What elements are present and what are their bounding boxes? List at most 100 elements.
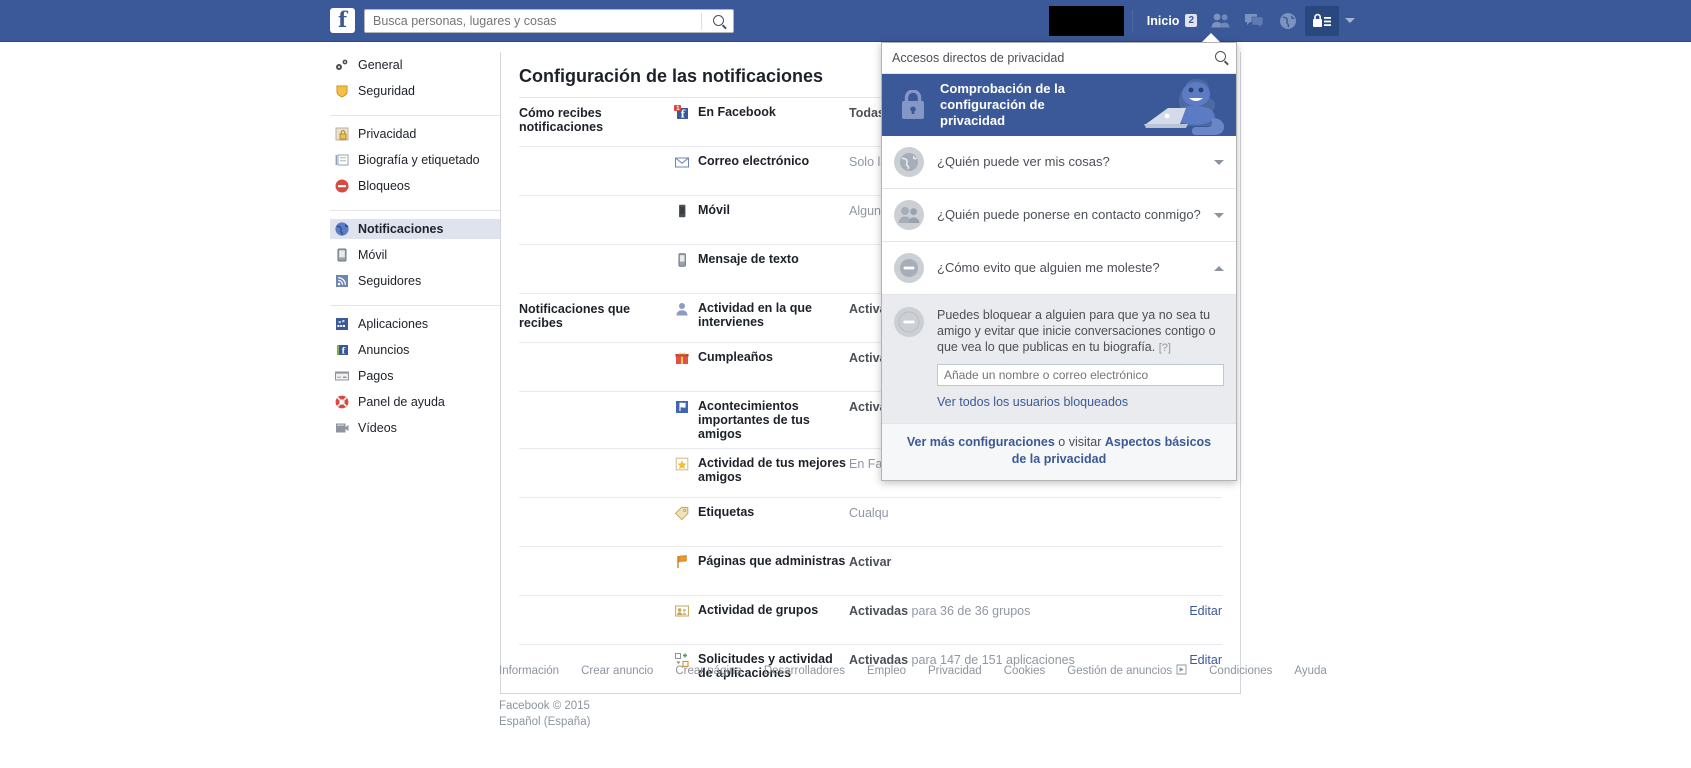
table-row[interactable]: Actividad de grupos Activadas para 36 de… (519, 596, 1222, 645)
footer-link-crear-anuncio[interactable]: Crear anuncio (581, 665, 653, 677)
footer-link-informacion[interactable]: Información (499, 665, 559, 677)
table-row[interactable]: Páginas que administras Activar (519, 547, 1222, 596)
table-row[interactable]: Etiquetas Cualqu (519, 498, 1222, 547)
sidebar-item-movil[interactable]: Móvil (330, 245, 500, 265)
ads-icon: f (334, 342, 350, 358)
popup-row-who-can-contact[interactable]: ¿Quién puede ponerse en contacto conmigo… (882, 189, 1236, 242)
search-icon (712, 15, 724, 26)
facebook-logo[interactable]: f (330, 8, 355, 33)
section-label-spacer (519, 505, 674, 506)
row-value-rest: Cualqu (849, 506, 889, 520)
row-label-cell: Acontecimientos importantes de tus amigo… (674, 399, 849, 441)
notifications-button[interactable] (1271, 6, 1305, 36)
block-person-input[interactable] (937, 364, 1224, 386)
popup-row-label: ¿Cómo evito que alguien me moleste? (937, 260, 1160, 275)
row-label-cell: Cumpleaños (674, 350, 849, 366)
footer-link-ayuda[interactable]: Ayuda (1294, 665, 1326, 677)
sidebar-item-privacidad[interactable]: Privacidad (330, 124, 500, 144)
people-icon (894, 200, 924, 230)
sidebar-item-notificaciones[interactable]: Notificaciones (330, 219, 500, 239)
row-value: Activar (849, 554, 1168, 569)
facebook-settings-page: f Inicio 2 (0, 0, 1691, 768)
group-icon (674, 603, 690, 619)
tag-icon (674, 505, 690, 521)
block-icon (334, 178, 350, 194)
star-icon (674, 456, 690, 472)
more-settings-link[interactable]: Ver más configuraciones (907, 435, 1055, 449)
footer-link-desarrolladores[interactable]: Desarrolladores (764, 665, 845, 677)
section-label-spacer (519, 203, 674, 204)
apps-icon (334, 316, 350, 332)
view-blocked-users-link[interactable]: Ver todos los usuarios bloqueados (937, 395, 1224, 409)
section-label-spacer (519, 154, 674, 155)
footer-link-crear-pagina[interactable]: Crear página (675, 665, 741, 677)
chevron-down-icon (1214, 212, 1224, 218)
sidebar-item-pagos[interactable]: Pagos (330, 366, 500, 386)
sms-icon (674, 252, 690, 268)
messages-icon (1245, 13, 1264, 29)
row-value-strong: Todas (849, 106, 885, 120)
row-label-cell: Etiquetas (674, 505, 849, 521)
friend-requests-button[interactable] (1203, 6, 1237, 36)
sidebar-item-aplicaciones[interactable]: Aplicaciones (330, 314, 500, 334)
row-label: Móvil (698, 203, 730, 217)
footer-link-condiciones[interactable]: Condiciones (1209, 665, 1272, 677)
redacted-profile-name (1048, 5, 1124, 36)
footer-link-gestion-de-anuncios[interactable]: Gestión de anuncios (1067, 665, 1172, 677)
sidebar-item-panel-de-ayuda[interactable]: Panel de ayuda (330, 392, 500, 412)
section-label-spacer (519, 252, 674, 253)
sidebar-group-3: Notificaciones Móvil Seguidores (330, 210, 500, 300)
row-value: Cualqu (849, 505, 1168, 520)
row-label: Páginas que administras (698, 554, 846, 568)
svg-text:f: f (681, 109, 686, 120)
home-link[interactable]: Inicio 2 (1141, 11, 1203, 31)
page-content: General Seguridad Privacidad Biografía y… (0, 42, 1691, 768)
sidebar-item-label: Biografía y etiquetado (358, 153, 480, 167)
edit-link[interactable] (1168, 554, 1222, 555)
flag-blue-icon (674, 399, 690, 415)
sidebar-item-general[interactable]: General (330, 55, 500, 75)
friend-requests-icon (1211, 13, 1229, 28)
sidebar-item-seguidores[interactable]: Seguidores (330, 271, 500, 291)
row-label-cell: f1 En Facebook (674, 105, 849, 121)
section-label-spacer (519, 456, 674, 457)
sidebar-item-label: Panel de ayuda (358, 395, 445, 409)
sidebar-item-biografia-etiquetado[interactable]: Biografía y etiquetado (330, 150, 500, 170)
footer-link-empleo[interactable]: Empleo (867, 665, 906, 677)
popup-row-who-can-see[interactable]: ¿Quién puede ver mis cosas? (882, 136, 1236, 189)
privacy-shortcuts-popup: Accesos directos de privacidad Comprobac… (881, 42, 1237, 481)
flag-orange-icon (674, 554, 690, 570)
lifebuoy-icon (334, 394, 350, 410)
top-navigation-bar: f Inicio 2 (0, 0, 1691, 42)
sidebar-item-videos[interactable]: Vídeos (330, 418, 500, 438)
search-input[interactable] (365, 9, 701, 32)
section-label-spacer (519, 603, 674, 604)
row-label: Actividad en la que intervienes (698, 301, 812, 329)
help-hint-icon: [?] (1158, 342, 1171, 354)
footer-link-privacidad[interactable]: Privacidad (928, 665, 982, 677)
row-label: Cumpleaños (698, 350, 774, 364)
popup-row-how-to-stop-someone[interactable]: ¿Cómo evito que alguien me moleste? (882, 242, 1236, 295)
edit-link[interactable] (1168, 505, 1222, 506)
sidebar-item-anuncios[interactable]: f Anuncios (330, 340, 500, 360)
privacy-shortcuts-button[interactable] (1305, 5, 1339, 36)
popup-footer: Ver más configuraciones o visitar Aspect… (882, 424, 1236, 480)
section-label-spacer (519, 350, 674, 351)
edit-link[interactable]: Editar (1168, 603, 1222, 618)
lock-icon (900, 90, 926, 120)
messages-button[interactable] (1237, 6, 1271, 36)
sidebar-item-label: Notificaciones (358, 222, 444, 236)
block-icon (894, 307, 924, 337)
account-menu-button[interactable] (1339, 6, 1361, 36)
privacy-checkup-banner[interactable]: Comprobación de la configuración de priv… (882, 74, 1236, 136)
sidebar-item-label: Seguridad (358, 84, 415, 98)
search-box[interactable] (364, 8, 734, 33)
sidebar-item-bloqueos[interactable]: Bloqueos (330, 176, 500, 196)
sidebar-item-seguridad[interactable]: Seguridad (330, 81, 500, 101)
footer-link-cookies[interactable]: Cookies (1004, 665, 1046, 677)
search-button[interactable] (703, 10, 733, 32)
home-label: Inicio (1146, 13, 1180, 28)
globe-icon (334, 221, 350, 237)
search-icon (1215, 51, 1226, 62)
popup-search-button[interactable] (1215, 51, 1226, 65)
